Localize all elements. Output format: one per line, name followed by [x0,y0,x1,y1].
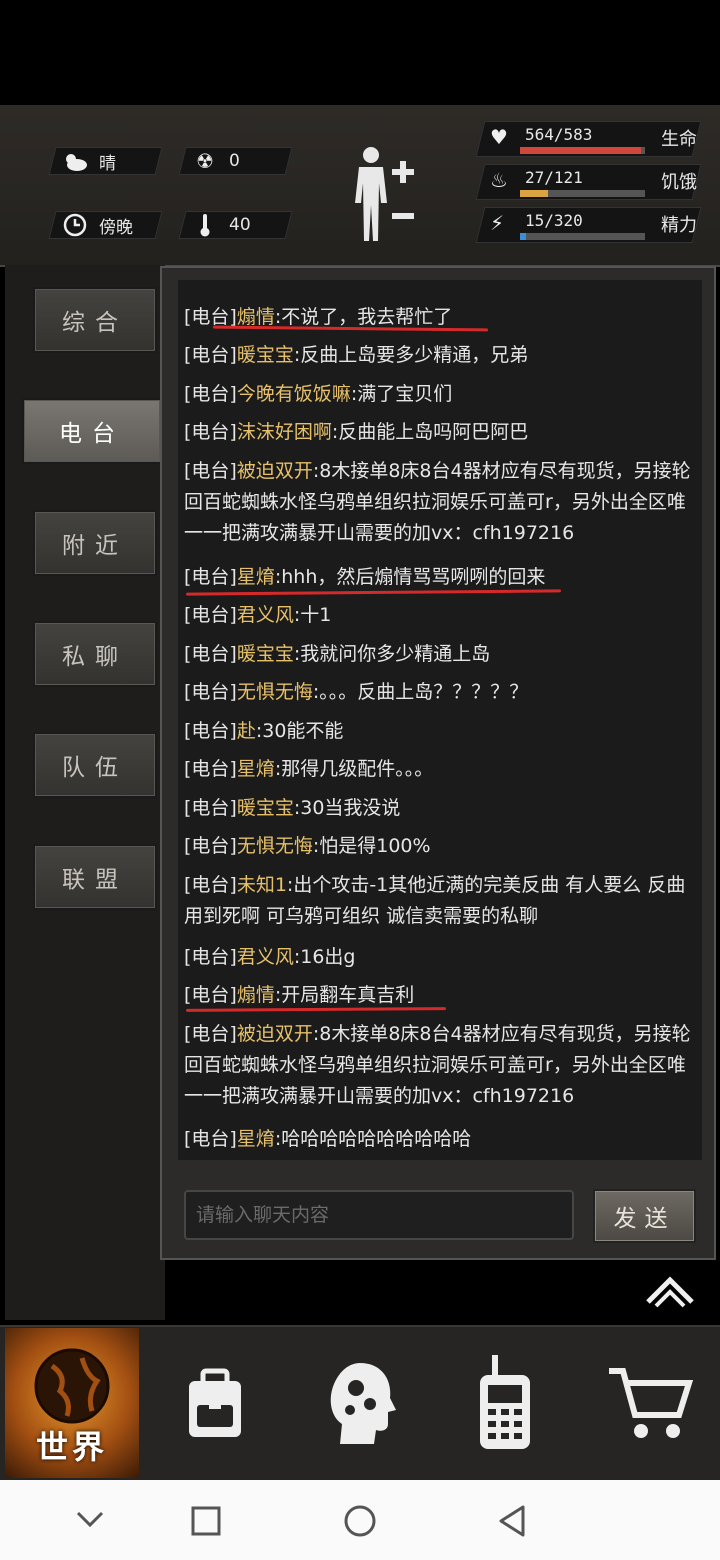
health-label: 生命 [661,129,697,150]
chat-message: [电台]沫沫好困啊:反曲能上岛吗阿巴阿巴 [184,421,529,443]
chat-message: [电台]今晚有饭饭嘛:满了宝贝们 [184,383,453,405]
tab-radio[interactable]: 电台 [22,398,162,464]
radiation-pill: ☢ 0 [178,147,293,175]
hunger-fill [520,190,548,197]
chat-input-container [184,1190,574,1240]
clock-icon [61,212,89,238]
nav-shop-button[interactable] [580,1325,720,1480]
chat-message: [电台]暖宝宝:反曲上岛要多少精通，兄弟 [184,344,529,366]
chat-message: [电台]被迫双开:8木接单8床8台4器材应有尽有现货，另接轮回百蛇蜘蛛水怪乌鸦单… [184,460,691,544]
tab-nearby[interactable]: 附近 [33,510,157,576]
sender-name: 星焴 [236,566,275,588]
energy-bar: ⚡ 15/320 精力 [475,207,705,251]
chat-message: [电台]暖宝宝:我就问你多少精通上岛 [184,643,491,665]
chat-message: [电台]君义风:十1 [184,604,332,626]
shopping-cart-icon [609,1367,694,1438]
temperature-value: 40 [229,215,251,235]
sender-name: 未知1 [236,874,287,896]
lightning-icon: ⚡ [490,211,505,235]
sender-name: 煽情 [236,306,275,328]
sender-name: 暖宝宝 [236,344,294,366]
body-figure-icon [355,147,414,241]
nav-skills-button[interactable] [290,1325,430,1480]
sender-name: 煽情 [236,984,275,1006]
chat-message: [电台]君义风:16出g [184,946,356,968]
walkie-talkie-icon [480,1354,530,1449]
chat-message: [电台]被迫双开:8木接单8床8台4器材应有尽有现货，另接轮回百蛇蜘蛛水怪乌鸦单… [184,1023,691,1107]
chevron-down-icon[interactable] [74,1507,106,1531]
chat-message: [电台]无惧无悔:。。。反曲上岛？？？？？ [184,681,529,703]
head-gears-icon [330,1362,396,1444]
sender-name: 无惧无悔 [236,835,313,857]
time-of-day-text: 傍晚 [99,217,133,238]
hunger-label: 饥饿 [661,172,697,193]
hunger-bar: ♨ 27/121 饥饿 [475,164,705,208]
chat-message: [电台]暖宝宝:30当我没说 [184,797,401,819]
sender-name: 沫沫好困啊 [236,421,332,443]
chat-message: [电台]赴:30能不能 [184,720,344,742]
tab-general[interactable]: 综合 [33,287,157,353]
body-status-figure[interactable] [345,143,425,243]
sender-name: 无惧无悔 [236,681,313,703]
globe-icon [34,1348,110,1424]
chat-input[interactable] [186,1192,572,1238]
chat-message: [电台]未知1:出个攻击-1其他近满的完美反曲 有人要么 反曲用到死啊 可乌鸦可… [184,874,686,927]
temperature-pill: 40 [178,211,293,239]
thermometer-icon [191,212,219,238]
health-bar: ♥ 564/583 生命 [475,121,705,165]
energy-fill [520,233,526,240]
energy-label: 精力 [661,215,697,236]
sender-name: 星焴 [236,758,275,780]
sender-name: 暖宝宝 [236,797,294,819]
chat-message: [电台]星焴:hhh，然后煽情骂骂咧咧的回来 [184,566,546,588]
sender-name: 暖宝宝 [236,643,294,665]
nav-backpack-button[interactable] [145,1325,285,1480]
radiation-value: 0 [229,151,240,171]
energy-value: 15/320 [525,211,583,230]
health-fill [520,147,641,154]
status-area: 晴 ☢ 0 傍晚 40 ♥ 564/583 生命 ♨ 27/121 饥饿 ⚡ 1… [0,105,720,267]
nav-world-label: 世界 [35,1428,108,1466]
weather-text: 晴 [99,153,116,174]
sender-name: 今晚有饭饭嘛 [236,383,351,405]
back-icon[interactable] [496,1504,528,1538]
tab-alliance[interactable]: 联盟 [33,844,157,910]
time-pill: 傍晚 [48,211,163,239]
recent-apps-icon[interactable] [190,1505,222,1537]
sender-name: 被迫双开 [236,1023,313,1045]
tab-private-chat[interactable]: 私聊 [33,621,157,687]
home-icon[interactable] [343,1504,377,1538]
weather-pill: 晴 [48,147,163,175]
radiation-icon: ☢ [196,149,214,173]
sender-name: 赴 [236,720,256,742]
collapse-chevron-button[interactable] [640,1270,700,1310]
sender-name: 星焴 [236,1128,275,1150]
chat-message: [电台]星焴:那得几级配件。。。 [184,758,434,780]
cloud-sun-icon [61,148,89,174]
tab-team[interactable]: 队伍 [33,732,157,798]
sender-name: 被迫双开 [236,460,313,482]
nav-radio-button[interactable] [435,1325,575,1480]
sender-name: 君义风 [236,604,294,626]
heart-icon: ♥ [490,125,508,149]
top-black-bar [0,0,720,105]
hunger-value: 27/121 [525,168,583,187]
nav-world-button[interactable]: 世界 [5,1328,139,1478]
chat-message: [电台]星焴:哈哈哈哈哈哈哈哈哈哈 [184,1128,472,1150]
backpack-icon [189,1368,241,1437]
send-button[interactable]: 发送 [593,1189,696,1243]
double-chevron-up-icon [646,1276,694,1308]
sender-name: 君义风 [236,946,294,968]
food-icon: ♨ [490,168,508,192]
chat-message: [电台]无惧无悔:怕是得100% [184,835,431,857]
health-value: 564/583 [525,125,593,144]
system-nav-bar [0,1480,720,1560]
